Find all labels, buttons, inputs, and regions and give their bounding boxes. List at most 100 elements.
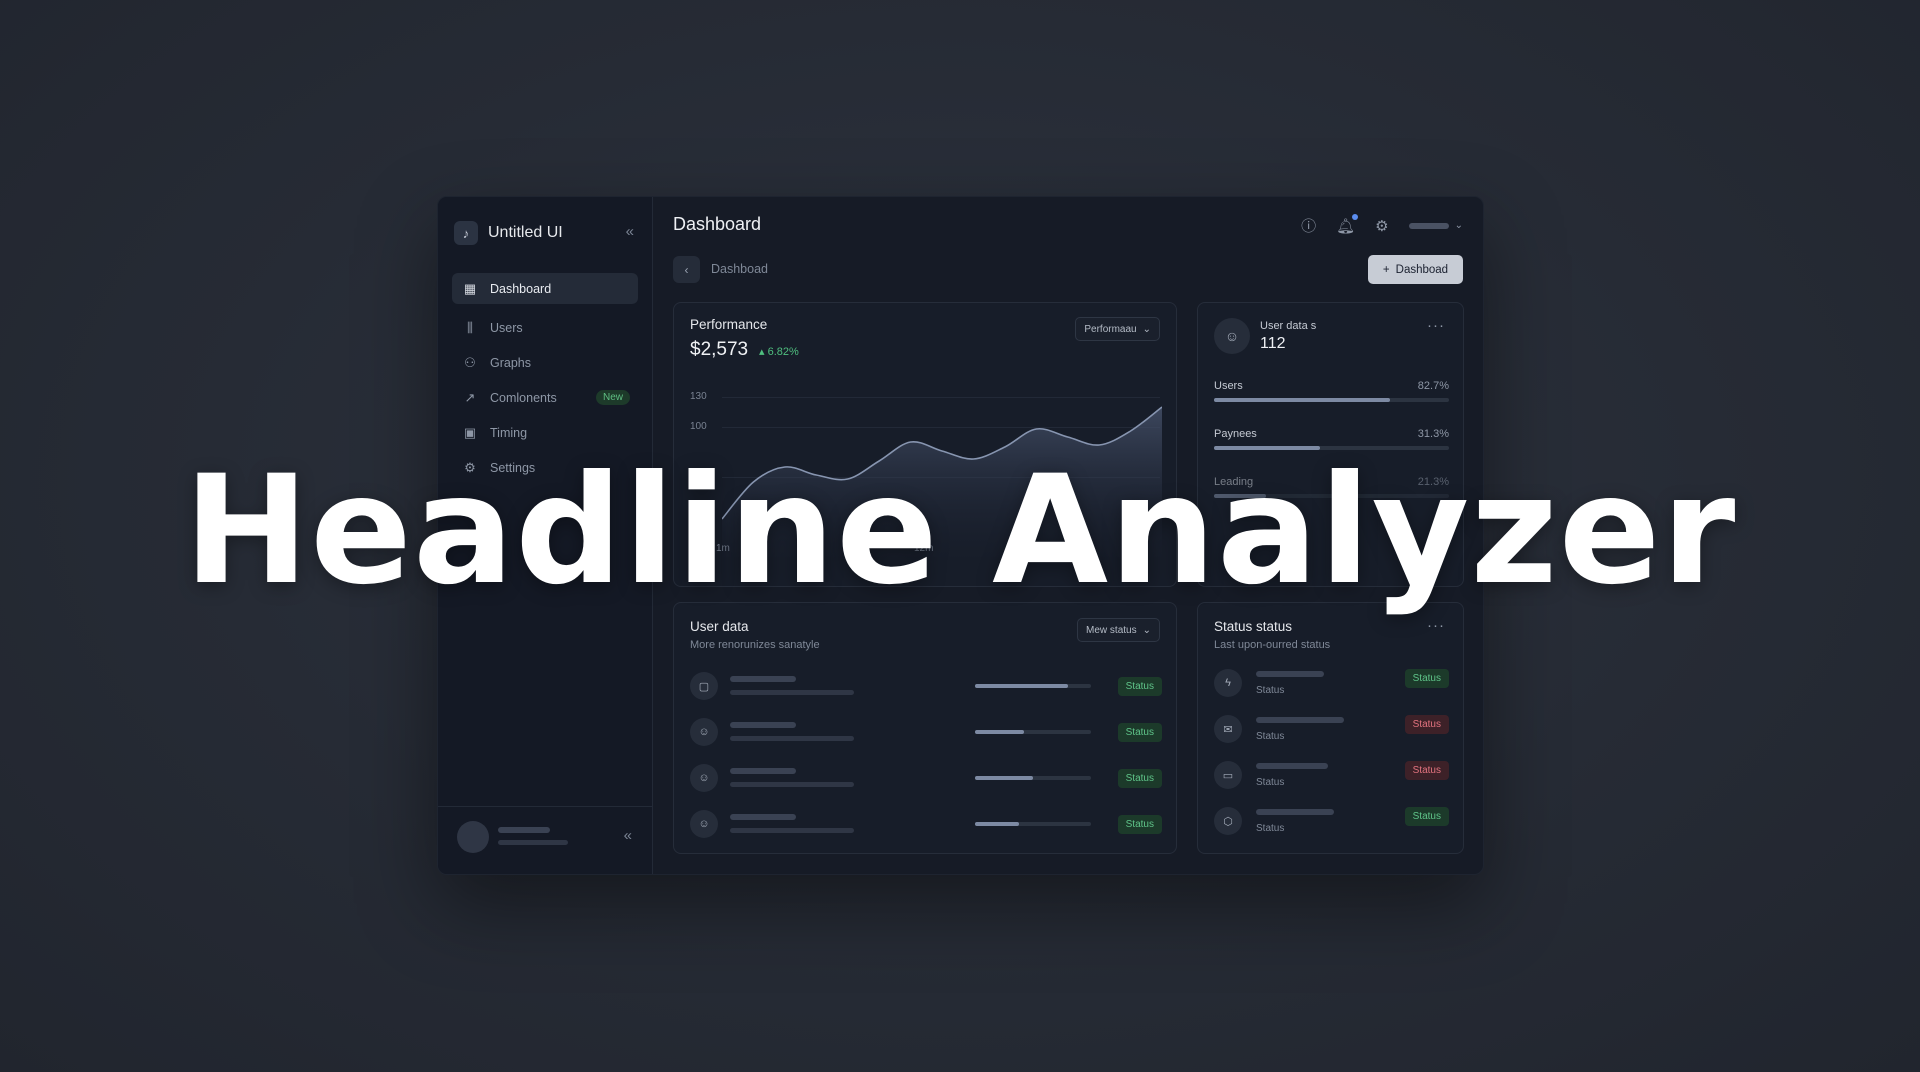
sidebar-footer: « [438,806,652,874]
user-menu[interactable]: ⌄ [1408,220,1463,231]
sidebar-item-components[interactable]: ↗ Comlonents New [452,382,638,413]
metric-value: 82.7% [1417,380,1449,392]
dropdown-label: Mew status [1086,624,1137,636]
collapse-sidebar-icon[interactable]: « [626,223,634,240]
row-progress-fill [975,776,1033,780]
list-item[interactable]: ▢ Status [690,670,1162,702]
dropdown-label: Performaau [1084,323,1137,335]
status-title: Status status [1214,619,1293,634]
add-dashboard-button[interactable]: + Dashboad [1368,255,1463,284]
breadcrumb[interactable]: Dashboad [711,262,768,276]
collapse-sidebar-icon[interactable]: « [624,827,632,844]
row-title-placeholder [1256,809,1334,815]
row-title-placeholder [730,768,796,774]
performance-title: Performance [690,317,768,332]
user-icon: ☺ [1214,318,1250,354]
status-badge: Status [1117,769,1162,788]
user-name-placeholder [498,827,550,833]
sidebar-item-dashboard[interactable]: ▦ Dashboard [452,273,638,304]
chevron-left-icon: ‹ [684,262,689,277]
sidebar-item-label: Dashboard [490,281,552,296]
status-badge: Status [1117,723,1162,742]
row-title-placeholder [730,676,796,682]
mail-icon: ✉ [1214,715,1242,743]
sidebar-item-label: Users [490,320,523,335]
user-data-count: 112 [1260,335,1286,352]
sidebar-item-users[interactable]: ⫼ Users [452,312,638,343]
bell-icon[interactable]: 🔔︎ [1336,213,1359,235]
user-name-placeholder [1408,222,1449,229]
avatar[interactable] [457,821,489,853]
metric-users: Users 82.7% [1214,380,1449,402]
sidebar-item-label: Comlonents [490,390,557,405]
logo-mark-icon: ♪ [454,221,478,245]
chart-y-tick: 100 [690,421,707,432]
list-item[interactable]: ϟ Status Status [1214,667,1449,701]
plus-icon: + [1382,263,1390,276]
metric-progress-fill [1214,398,1391,402]
status-badge: Status [1404,669,1449,688]
status-filter-dropdown[interactable]: Mew status ⌄ [1077,618,1160,642]
row-title-placeholder [730,722,796,728]
user-icon: ☺ [690,718,718,746]
more-options-icon[interactable]: ··· [1427,617,1445,634]
user-data-subtitle: More renorunizes sanatyle [690,639,820,651]
performance-dropdown[interactable]: Performaau ⌄ [1075,317,1160,341]
user-icon: ☺ [690,810,718,838]
row-progress-fill [975,822,1020,826]
user-data-title: User data [690,619,749,634]
list-item[interactable]: ☺ Status [690,716,1162,748]
performance-value: $2,573 [690,339,749,360]
user-email-placeholder [498,840,568,845]
chart-y-tick: 130 [690,391,707,402]
list-item[interactable]: ☺ Status [690,762,1162,794]
chevron-down-icon: ⌄ [1454,220,1463,231]
row-subtitle-placeholder [730,690,854,695]
inbox-icon: ▭ [1214,761,1242,789]
help-icon[interactable]: ⓘ [1301,215,1316,236]
sidebar-item-graphs[interactable]: ⚇ Graphs [452,347,638,378]
row-subtitle-placeholder [730,828,854,833]
list-item[interactable]: ⬡ Status Status [1214,805,1449,839]
grid-icon: ▦ [463,280,477,296]
status-subtitle: Last upon-ourred status [1214,639,1331,651]
row-title-placeholder [1256,763,1328,769]
row-title-placeholder [730,814,796,820]
status-badge: Status [1117,677,1162,696]
new-badge: New [595,390,630,405]
row-progress-fill [975,684,1068,688]
notification-dot [1352,213,1359,220]
row-title-placeholder [1256,671,1324,677]
add-dashboard-label: Dashboad [1395,263,1449,276]
page-title: Dashboard [673,214,762,234]
status-card: Status status Last upon-ourred status ··… [1197,602,1464,854]
row-progress-track [975,730,1091,734]
status-caption: Status [1256,685,1285,696]
bolt-icon: ϟ [1214,669,1242,697]
cube-icon: ⬡ [1214,807,1242,835]
chevron-down-icon: ⌄ [1142,624,1151,636]
brand[interactable]: ♪ Untitled UI [454,221,563,245]
more-options-icon[interactable]: ··· [1427,317,1445,334]
metric-progress-track [1214,398,1449,402]
status-badge: Status [1404,715,1449,734]
chevron-down-icon: ⌄ [1142,323,1151,335]
status-caption: Status [1256,823,1285,834]
row-progress-track [975,776,1091,780]
list-item[interactable]: ▭ Status Status [1214,759,1449,793]
row-title-placeholder [1256,717,1344,723]
bar-chart-icon: ⫼ [467,319,473,335]
gear-icon[interactable]: ⚙ [1375,217,1388,235]
headline-overlay: Headline Analyzer [183,444,1737,618]
back-button[interactable]: ‹ [673,256,700,283]
metric-label: Users [1214,380,1243,392]
list-item[interactable]: ☺ Status [690,808,1162,840]
users-icon: ⚇ [464,354,476,370]
row-progress-track [975,822,1091,826]
user-data-label: User data s [1260,320,1317,332]
row-progress-track [975,684,1091,688]
status-badge: Status [1404,761,1449,780]
performance-delta: ▴ 6.82% [759,346,799,358]
list-item[interactable]: ✉ Status Status [1214,713,1449,747]
header-actions: ⓘ 🔔︎ ⚙ ⌄ [1301,213,1463,236]
